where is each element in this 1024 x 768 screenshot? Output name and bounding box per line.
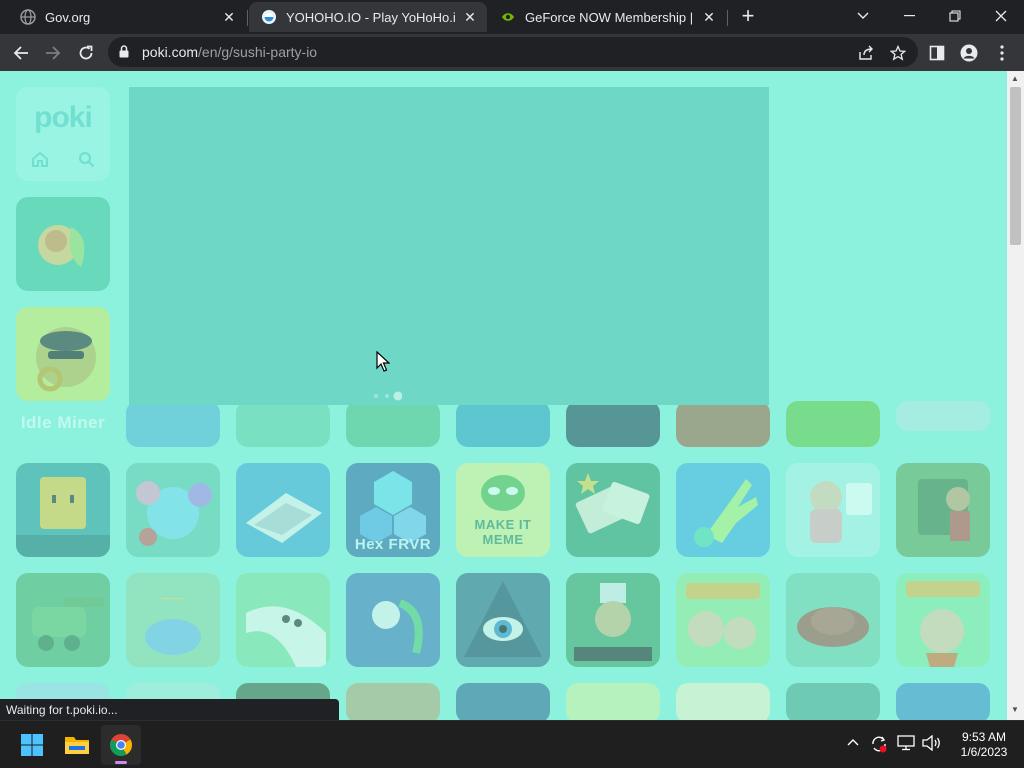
tab-geforce[interactable]: GeForce NOW Membership | NVI ✕ [488,2,726,32]
close-tab-icon[interactable]: ✕ [220,8,238,26]
chrome-icon [110,734,132,756]
volume-button[interactable] [922,734,942,756]
restore-button[interactable] [932,0,978,32]
arrow-left-icon [13,46,28,60]
show-hidden-icons-button[interactable] [847,733,859,751]
folder-icon [65,737,89,754]
speaker-icon [922,734,940,752]
scroll-up-icon[interactable]: ▲ [1011,74,1019,83]
close-tab-icon[interactable]: ✕ [700,8,718,26]
close-icon [995,10,1007,22]
nvidia-icon [501,12,515,22]
mouse-cursor-icon [376,351,390,372]
back-button[interactable] [8,40,34,66]
new-tab-button[interactable]: + [736,5,760,29]
tab-strip: Gov.org ✕ YOHOHO.IO - Play YoHoHo.io on … [0,0,1024,34]
chevron-up-icon [847,739,859,746]
tab-yohoho[interactable]: YOHOHO.IO - Play YoHoHo.io on ✕ [249,2,487,32]
close-tab-icon[interactable]: ✕ [461,8,479,26]
reload-button[interactable] [73,40,99,66]
tab-search-button[interactable] [840,0,886,32]
tab-title: YOHOHO.IO - Play YoHoHo.io on [286,9,455,25]
star-icon [890,45,906,61]
more-vert-icon [1000,45,1004,61]
clock-date: 1/6/2023 [960,745,1008,759]
web-page: poki Idle Miner Hex FRVR MAKE IT MEME ~~… [0,71,1007,720]
url-text: poki.com/en/g/sushi-party-io [142,44,317,60]
menu-button[interactable] [989,40,1015,66]
network-icon [897,735,915,751]
start-button[interactable] [12,725,52,765]
globe-icon [20,9,36,25]
game-loader-area[interactable] [129,87,769,405]
active-indicator [115,761,127,764]
close-window-button[interactable] [978,0,1024,32]
windows-taskbar: 9:53 AM 1/6/2023 [0,720,1024,768]
url-host: poki.com [142,44,199,60]
sync-icon [872,736,887,753]
chrome-taskbar-button[interactable] [101,725,141,765]
reload-icon [79,45,93,60]
share-icon [859,45,873,60]
minimize-icon [903,15,915,17]
file-explorer-button[interactable] [57,725,97,765]
status-bubble: Waiting for t.poki.io... [0,699,339,720]
url-path: /en/g/sushi-party-io [198,44,318,60]
scroll-down-icon[interactable]: ▼ [1011,705,1019,714]
bookmark-button[interactable] [885,40,911,66]
profile-button[interactable] [956,40,982,66]
page-scrollbar[interactable]: ▲ ▼ [1007,71,1024,720]
share-button[interactable] [853,40,879,66]
loading-dots-icon [374,391,402,401]
forward-button[interactable] [40,40,66,66]
tab-gov[interactable]: Gov.org ✕ [8,2,246,32]
clock[interactable]: 9:53 AM 1/6/2023 [950,730,1018,760]
clock-time: 9:53 AM [961,730,1007,744]
minimize-button[interactable] [886,0,932,32]
network-button[interactable] [897,735,915,756]
side-panel-icon [929,45,945,61]
scrollbar-thumb[interactable] [1010,87,1021,245]
tab-title: GeForce NOW Membership | NVI [525,9,694,25]
side-panel-button[interactable] [924,40,950,66]
profile-icon [960,44,978,62]
address-bar[interactable]: poki.com/en/g/sushi-party-io [108,37,918,67]
chevron-down-icon [857,12,869,19]
restore-icon [949,10,961,22]
lock-icon [119,45,129,58]
tab-separator [727,10,728,26]
arrow-right-icon [46,46,61,60]
windows-icon [21,734,43,756]
tab-separator [247,10,248,26]
browser-toolbar: poki.com/en/g/sushi-party-io [0,34,1024,71]
yohoho-favicon-icon [262,10,276,24]
tab-title: Gov.org [45,9,91,25]
sync-status-button[interactable] [870,735,888,758]
